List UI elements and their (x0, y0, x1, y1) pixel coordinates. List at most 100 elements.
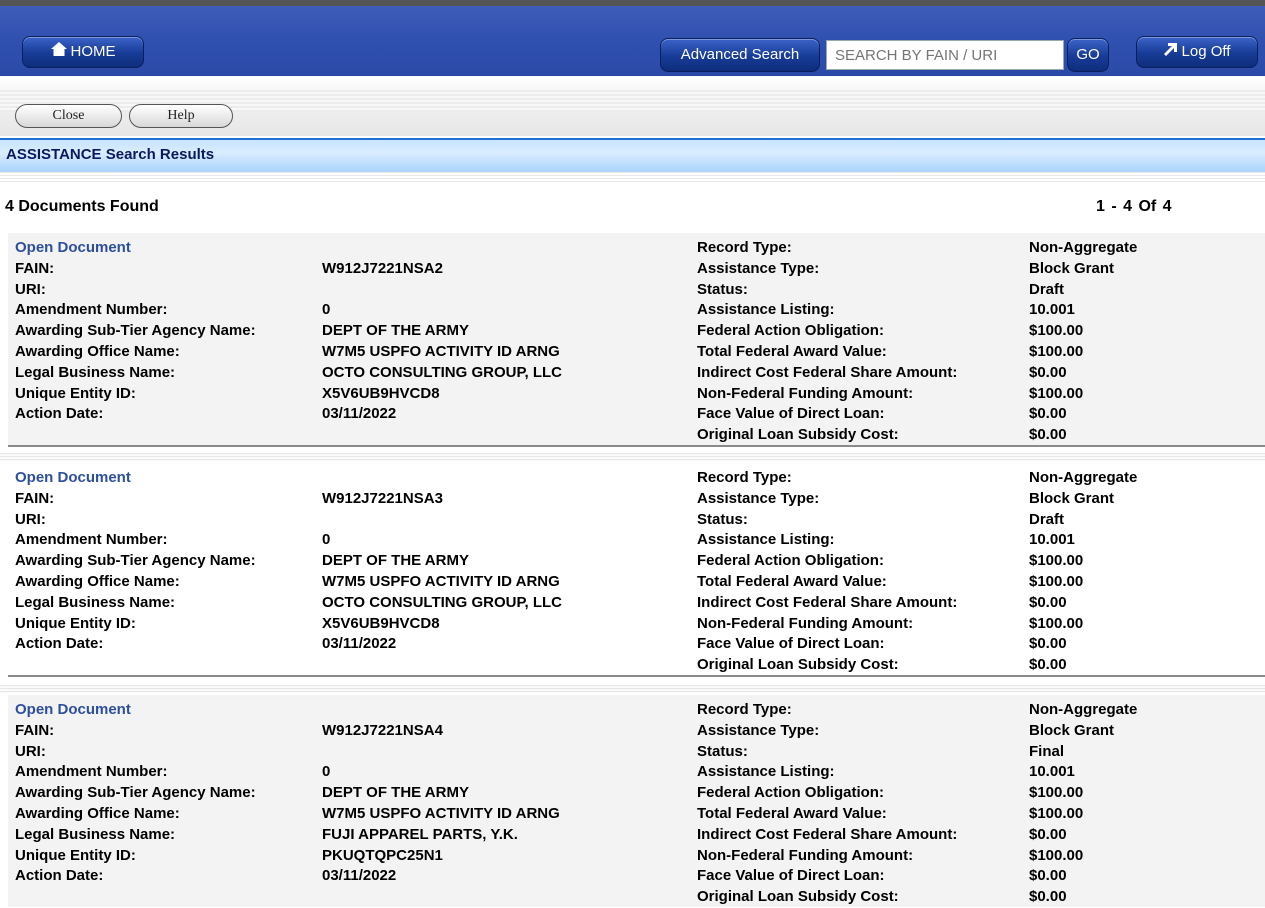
open-document-link[interactable]: Open Document (15, 468, 131, 489)
field-label-subsidy: Original Loan Subsidy Cost: (697, 888, 899, 906)
section-header: ASSISTANCE Search Results (0, 138, 1265, 172)
open-document-link[interactable]: Open Document (15, 238, 131, 259)
field-value-record-type: Non-Aggregate (1029, 239, 1138, 256)
log-off-label: Log Off (1181, 43, 1231, 60)
field-value-record-type: Non-Aggregate (1029, 469, 1138, 486)
field-value-indirect: $0.00 (1029, 593, 1067, 611)
field-label-sub-tier: Awarding Sub-Tier Agency Name: (15, 322, 256, 340)
field-value-legal-name: FUJI APPAREL PARTS, Y.K. (322, 825, 518, 843)
field-value-obligation: $100.00 (1029, 552, 1084, 570)
home-icon (50, 37, 67, 67)
field-label-face-value: Face Value of Direct Loan: (697, 867, 885, 885)
field-value-office: W7M5 USPFO ACTIVITY ID ARNG (322, 805, 560, 822)
field-value-face-value: $0.00 (1029, 635, 1067, 653)
field-label-status: Status: (697, 742, 748, 760)
field-value-sub-tier: DEPT OF THE ARMY (322, 552, 469, 570)
field-value-non-federal: $100.00 (1029, 384, 1084, 402)
field-value-uei: X5V6UB9HVCD8 (322, 384, 440, 402)
field-label-non-federal: Non-Federal Funding Amount: (697, 614, 914, 632)
field-label-office: Awarding Office Name: (15, 573, 180, 590)
field-value-fain: W912J7221NSA3 (322, 489, 443, 507)
field-label-assistance-type: Assistance Type: (697, 721, 820, 739)
open-document-link[interactable]: Open Document (15, 700, 131, 721)
field-label-office: Awarding Office Name: (15, 805, 180, 822)
field-value-indirect: $0.00 (1029, 363, 1067, 381)
field-value-assistance-type: Block Grant (1029, 259, 1115, 277)
field-label-status: Status: (697, 510, 748, 528)
field-value-action-date: 03/11/2022 (322, 405, 397, 423)
field-value-status: Draft (1029, 280, 1065, 298)
field-value-obligation: $100.00 (1029, 322, 1084, 340)
field-value-total-value: $100.00 (1029, 573, 1084, 590)
field-label-sub-tier: Awarding Sub-Tier Agency Name: (15, 552, 256, 570)
field-value-face-value: $0.00 (1029, 867, 1067, 885)
field-value-office: W7M5 USPFO ACTIVITY ID ARNG (322, 573, 560, 590)
field-label-subsidy: Original Loan Subsidy Cost: (697, 656, 899, 674)
section-divider (0, 172, 1265, 182)
field-label-total-value: Total Federal Award Value: (697, 573, 887, 590)
field-label-non-federal: Non-Federal Funding Amount: (697, 846, 914, 864)
field-value-sub-tier: DEPT OF THE ARMY (322, 784, 469, 802)
field-label-uei: Unique Entity ID: (15, 614, 136, 632)
home-button[interactable]: HOME (22, 36, 144, 68)
field-value-office: W7M5 USPFO ACTIVITY ID ARNG (322, 343, 560, 360)
section-title: ASSISTANCE Search Results (6, 146, 215, 163)
field-value-non-federal: $100.00 (1029, 614, 1084, 632)
field-value-total-value: $100.00 (1029, 343, 1084, 360)
field-value-subsidy: $0.00 (1029, 888, 1067, 906)
field-label-assistance-listing: Assistance Listing: (697, 301, 835, 319)
field-value-record-type: Non-Aggregate (1029, 701, 1138, 718)
field-value-assistance-listing: 10.001 (1029, 531, 1075, 549)
field-label-amendment-number: Amendment Number: (15, 531, 168, 549)
field-label-assistance-listing: Assistance Listing: (697, 531, 835, 549)
field-label-subsidy: Original Loan Subsidy Cost: (697, 426, 899, 444)
field-value-assistance-type: Block Grant (1029, 721, 1115, 739)
top-nav-bar: HOME Advanced Search GO Log Off (0, 0, 1265, 76)
field-value-legal-name: OCTO CONSULTING GROUP, LLC (322, 593, 563, 611)
fain-uri-search-input[interactable] (826, 40, 1064, 70)
field-label-indirect: Indirect Cost Federal Share Amount: (697, 363, 958, 381)
field-value-legal-name: OCTO CONSULTING GROUP, LLC (322, 363, 563, 381)
field-label-fain: FAIN: (15, 259, 55, 277)
field-label-record-type: Record Type: (697, 701, 792, 718)
go-button[interactable]: GO (1067, 38, 1109, 72)
field-label-indirect: Indirect Cost Federal Share Amount: (697, 593, 958, 611)
field-label-non-federal: Non-Federal Funding Amount: (697, 384, 914, 402)
field-value-status: Final (1029, 742, 1065, 760)
field-label-uri: URI: (15, 280, 46, 298)
field-label-amendment-number: Amendment Number: (15, 301, 168, 319)
field-label-face-value: Face Value of Direct Loan: (697, 635, 885, 653)
field-value-fain: W912J7221NSA4 (322, 721, 443, 739)
log-off-button[interactable]: Log Off (1136, 36, 1258, 68)
field-value-amendment-number: 0 (322, 531, 331, 549)
field-label-legal-name: Legal Business Name: (15, 593, 176, 611)
field-value-amendment-number: 0 (322, 763, 331, 781)
field-label-uri: URI: (15, 510, 46, 528)
field-label-obligation: Federal Action Obligation: (697, 322, 884, 340)
field-label-assistance-type: Assistance Type: (697, 489, 820, 507)
field-label-assistance-type: Assistance Type: (697, 259, 820, 277)
field-value-subsidy: $0.00 (1029, 656, 1067, 674)
help-button[interactable]: Help (129, 104, 233, 128)
field-label-fain: FAIN: (15, 489, 55, 507)
field-label-obligation: Federal Action Obligation: (697, 784, 884, 802)
field-value-status: Draft (1029, 510, 1065, 528)
field-value-action-date: 03/11/2022 (322, 867, 397, 885)
field-label-record-type: Record Type: (697, 239, 792, 256)
field-label-record-type: Record Type: (697, 469, 792, 486)
field-label-uei: Unique Entity ID: (15, 846, 136, 864)
external-arrow-icon (1163, 37, 1178, 67)
home-button-label: HOME (70, 43, 116, 60)
record-separator (0, 685, 1265, 693)
field-value-non-federal: $100.00 (1029, 846, 1084, 864)
field-label-uei: Unique Entity ID: (15, 384, 136, 402)
advanced-search-button[interactable]: Advanced Search (660, 38, 820, 72)
field-label-amendment-number: Amendment Number: (15, 763, 168, 781)
close-button[interactable]: Close (15, 104, 122, 128)
field-value-amendment-number: 0 (322, 301, 331, 319)
field-label-face-value: Face Value of Direct Loan: (697, 405, 885, 423)
field-value-action-date: 03/11/2022 (322, 635, 397, 653)
field-label-office: Awarding Office Name: (15, 343, 180, 360)
field-label-assistance-listing: Assistance Listing: (697, 763, 835, 781)
field-label-obligation: Federal Action Obligation: (697, 552, 884, 570)
